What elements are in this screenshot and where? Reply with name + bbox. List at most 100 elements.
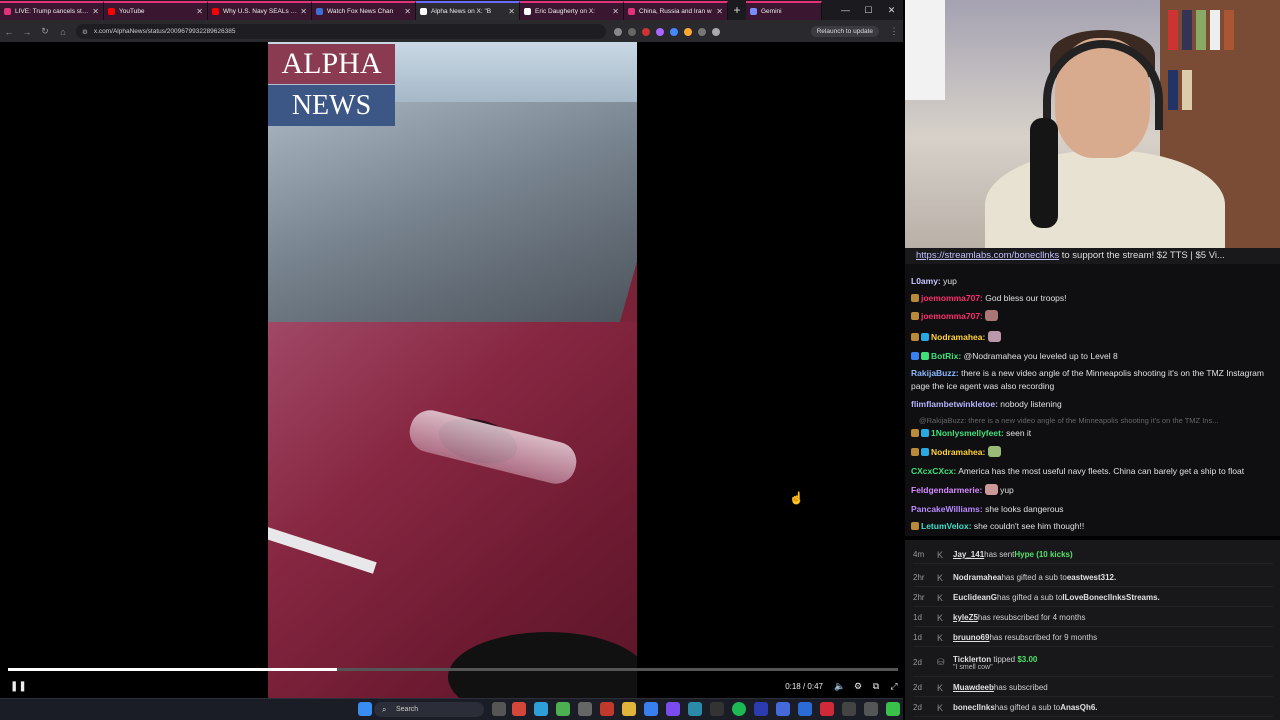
home-icon[interactable]: ⌂: [54, 27, 72, 37]
fullscreen-icon[interactable]: ⤢: [885, 681, 903, 692]
event-user[interactable]: bruuno69: [953, 633, 989, 642]
chat-username[interactable]: joemomma707:: [921, 293, 983, 303]
minimize-icon[interactable]: —: [834, 0, 857, 20]
pause-icon[interactable]: ❚❚: [10, 681, 27, 692]
tab-gemini[interactable]: Gemini: [746, 1, 822, 20]
tab-eric-daugherty[interactable]: Eric Daugherty on X: ✕: [520, 1, 624, 20]
event-time: 1d: [913, 633, 922, 642]
tab-title: LIVE: Trump cancels strike: [15, 8, 90, 15]
tab-navy-seals[interactable]: Why U.S. Navy SEALs Just ✕: [208, 1, 312, 20]
close-window-icon[interactable]: ✕: [880, 0, 903, 20]
tab-trump[interactable]: LIVE: Trump cancels strike ✕: [0, 1, 104, 20]
chrome-icon[interactable]: [512, 702, 526, 716]
chat-username[interactable]: Nodramahea:: [931, 332, 985, 342]
chat-text: yup: [997, 485, 1014, 495]
close-icon[interactable]: ✕: [92, 7, 99, 16]
close-icon[interactable]: ✕: [300, 7, 307, 16]
chat-username[interactable]: L0amy:: [911, 276, 941, 286]
browser-window: LIVE: Trump cancels strike ✕ YouTube ✕ Why…: [0, 0, 903, 698]
taskbar-search[interactable]: ⌕ Search: [374, 702, 484, 717]
chat-message: Feldgendarmerie: yup: [911, 484, 1273, 497]
video-frame[interactable]: ALPHA NEWS: [268, 42, 637, 698]
event-time: 4m: [913, 550, 925, 559]
event-text: tipped: [991, 654, 1018, 664]
tab-china-russia[interactable]: China, Russia and Iran w ✕: [624, 1, 728, 20]
pip-icon[interactable]: ⧉: [867, 681, 885, 692]
relaunch-button[interactable]: Relaunch to update: [810, 26, 879, 37]
site-info-icon[interactable]: ⚙: [82, 28, 88, 36]
event-user[interactable]: Jay_141: [953, 550, 984, 559]
app-icon[interactable]: [578, 702, 592, 716]
extension-icon[interactable]: [642, 27, 650, 36]
app-icon[interactable]: [754, 702, 768, 716]
app-icon[interactable]: [600, 702, 614, 716]
spotify-icon[interactable]: [732, 702, 746, 716]
maximize-icon[interactable]: ☐: [857, 0, 880, 20]
menu-icon[interactable]: ⋮: [885, 26, 903, 37]
chat-username[interactable]: LetumVelox:: [921, 521, 972, 531]
event-user[interactable]: Ticklerton: [953, 655, 991, 664]
event-extra: $3.00: [1017, 654, 1038, 664]
app-icon[interactable]: [666, 702, 680, 716]
chat-username[interactable]: flimflambetwinkletoe:: [911, 399, 998, 409]
tab-fox-news[interactable]: Watch Fox News Chan ✕: [312, 1, 416, 20]
video-progress-bar[interactable]: [8, 668, 898, 671]
volume-icon[interactable]: 🔈: [831, 681, 849, 692]
bookmark-star-icon[interactable]: [628, 27, 636, 36]
chat-username[interactable]: Feldgendarmerie:: [911, 485, 982, 495]
extension-icon[interactable]: [670, 27, 678, 36]
app-icon[interactable]: [886, 702, 900, 716]
back-icon[interactable]: ←: [0, 27, 18, 37]
chat-username[interactable]: BotRix:: [931, 351, 961, 361]
event-time: 2d: [913, 658, 922, 667]
chat-text: America has the most useful navy fleets.…: [956, 466, 1245, 476]
chat-username[interactable]: Nodramahea:: [931, 447, 985, 457]
close-icon[interactable]: ✕: [612, 7, 619, 16]
app-icon[interactable]: [688, 702, 702, 716]
event-row: 1d KkyleZ5 has resubscribed for 4 months: [913, 609, 1273, 627]
app-icon[interactable]: [776, 702, 790, 716]
app-icon[interactable]: [820, 702, 834, 716]
task-view-icon[interactable]: [492, 702, 506, 716]
reload-icon[interactable]: ↻: [36, 26, 54, 37]
event-text: has gifted a sub to: [994, 703, 1061, 712]
url-input[interactable]: ⚙ x.com/AlphaNews/status/2009679932289626…: [76, 24, 606, 39]
tip-link[interactable]: https://streamlabs.com/bonecllnks: [916, 250, 1059, 261]
chat-username[interactable]: 1Nonlysmellyfeet:: [931, 428, 1004, 438]
chat-message: PancakeWilliams: she looks dangerous: [911, 503, 1273, 516]
app-icon[interactable]: [798, 702, 812, 716]
chat-username[interactable]: CXcxCXcx:: [911, 466, 956, 476]
chrome-icon[interactable]: [556, 702, 570, 716]
badge-icon: [911, 333, 919, 341]
app-icon[interactable]: [842, 702, 856, 716]
close-icon[interactable]: ✕: [404, 7, 411, 16]
app-icon[interactable]: [644, 702, 658, 716]
windows-start-icon[interactable]: [358, 702, 372, 716]
edge-icon[interactable]: [534, 702, 548, 716]
extension-icon[interactable]: [712, 27, 720, 36]
chat-username[interactable]: joemomma707:: [921, 311, 983, 321]
app-icon[interactable]: [710, 702, 724, 716]
extension-icon[interactable]: [684, 27, 692, 36]
chat-username[interactable]: PancakeWilliams:: [911, 504, 983, 514]
new-tab-button[interactable]: +: [728, 1, 746, 20]
close-icon[interactable]: ✕: [196, 7, 203, 16]
extension-icon[interactable]: [698, 27, 706, 36]
forward-icon[interactable]: →: [18, 27, 36, 37]
event-user[interactable]: kyleZ5: [953, 613, 978, 622]
tab-title: YouTube: [119, 8, 145, 15]
event-user[interactable]: bonecllnks: [953, 703, 995, 712]
close-icon[interactable]: ✕: [716, 7, 723, 16]
event-user[interactable]: EuclideanG: [953, 593, 997, 602]
close-icon[interactable]: ✕: [508, 7, 515, 16]
tab-alpha-news[interactable]: Alpha News on X: "B ✕: [416, 1, 520, 20]
extension-icon[interactable]: [614, 27, 622, 36]
chat-username[interactable]: RakijaBuzz:: [911, 368, 959, 378]
file-explorer-icon[interactable]: [622, 702, 636, 716]
settings-gear-icon[interactable]: ⚙: [849, 681, 867, 692]
event-user[interactable]: Muawdeeb: [953, 683, 994, 692]
tab-youtube[interactable]: YouTube ✕: [104, 1, 208, 20]
app-icon[interactable]: [864, 702, 878, 716]
extension-icon[interactable]: [656, 27, 664, 36]
event-user[interactable]: Nodramahea: [953, 573, 1001, 582]
